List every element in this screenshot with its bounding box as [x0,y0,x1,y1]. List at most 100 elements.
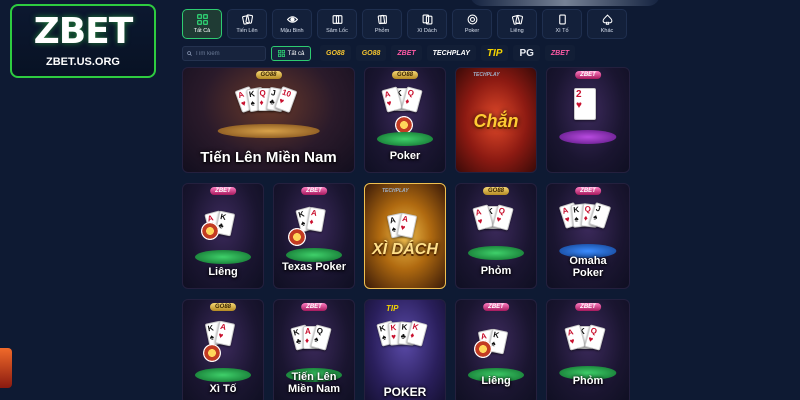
cards-icon [377,14,387,25]
tab-xi-to[interactable]: Xì Tố [542,9,582,39]
chip-art [203,344,221,362]
playing-cards-art: K ♠ A ♦ [295,206,326,233]
provider-badge: GO88 [209,303,237,311]
game-card-phom-2[interactable]: ZBET A♥ K♠ Q♥ Phỏm [546,299,630,400]
category-tabs: Tất Cả Tiến Lên Mậu Binh Sâm Lốc Phỏm Xì… [182,9,627,39]
provider-badge: TECHPLAY [473,72,500,78]
playing-cards-art: K ♠ K ♥ K ♣ K ♦ [376,320,428,347]
game-card-chan[interactable]: TECHPLAY Chắn [455,67,537,173]
tab-label: Phỏm [374,28,390,34]
tab-label: Poker [464,28,480,34]
tab-poker[interactable]: Poker [452,9,492,39]
provider-go88[interactable]: GO88 [320,45,351,61]
table-art [195,368,251,382]
tab-sam-loc[interactable]: Sâm Lốc [317,9,357,39]
game-card-phom[interactable]: GO88 A♥ K♣ Q♥ Phỏm [455,183,537,289]
game-card-lieng-featured[interactable]: ZBET 2 ♥ [546,67,630,173]
provider-zbet[interactable]: ZBET [391,45,422,61]
provider-badge: TECHPLAY [382,188,409,194]
playing-cards-art: A ♥ K ♠ Q ♦ J ♣ 10 ♥ [234,85,297,114]
provider-badge: GO88 [391,71,419,79]
game-title: Xì Tố [209,383,237,395]
provider-badge: GO88 [255,71,282,79]
game-card-poker[interactable]: GO88 A♥ K♠ Q♦ Poker [364,67,446,173]
search-icon [187,51,192,56]
playing-cards-art: K ♣ A ♦ Q ♠ [290,324,332,351]
game-title: Liêng [481,375,511,387]
provider-badge: ZBET [301,303,327,311]
cards-icon [332,15,342,24]
logo-wordmark: ZBET [33,11,134,52]
playing-cards-art: 2 ♥ [574,88,596,120]
game-title: Liêng [208,266,238,278]
tab-label: Sâm Lốc [326,28,348,34]
cards-icon [241,14,253,25]
playing-cards-art: A ♥ K ♠ Q ♦ J ♠ [558,202,612,229]
all-providers-button[interactable]: Tất cả [271,46,311,61]
provider-pg[interactable]: PG [513,45,540,61]
game-grid: GO88 A ♥ K ♠ Q ♦ J ♣ 10 ♥ Tiến Lên Miền Nam G… [182,67,630,400]
provider-tip[interactable]: TIP [480,45,509,61]
tab-label: Mậu Binh [280,28,304,34]
playing-cards-art: A♥ K♣ Q♥ [472,204,514,231]
spade-icon [602,14,612,25]
game-title: Tiến Lên Miền Nam [288,371,340,395]
game-card-omaha-poker[interactable]: ZBET A ♥ K ♠ Q ♦ J ♠ Omaha Poker [546,183,630,289]
search-input[interactable] [195,50,265,57]
game-title: XÌ DÁCH [372,241,438,258]
game-card-tien-len-mien-nam-2[interactable]: ZBET K ♣ A ♦ Q ♠ Tiến Lên Miền Nam [273,299,355,400]
table-art [217,124,320,138]
provider-badge: ZBET [575,303,601,311]
game-title: Phỏm [572,375,604,387]
playing-cards-art: A♥ K♠ Q♥ [564,324,606,351]
provider-go88-alt[interactable]: GO88 [355,45,387,61]
playing-cards-art: K ♠ A ♥ [204,320,236,347]
tab-label: Liêng [510,28,524,34]
eye-icon [286,16,298,23]
chip-art [474,340,492,358]
table-art [559,130,617,144]
table-art [195,250,251,264]
game-card-texas-poker[interactable]: ZBET K ♠ A ♦ Texas Poker [273,183,355,289]
provider-techplay[interactable]: TECHPLAY [426,45,476,61]
game-card-tien-len-mien-nam[interactable]: GO88 A ♥ K ♠ Q ♦ J ♣ 10 ♥ Tiến Lên Miền Nam [182,67,355,173]
provider-badge: ZBET [210,187,236,195]
tab-xi-dach[interactable]: Xì Dách [407,9,447,39]
site-logo[interactable]: ZBET ZBET.US.ORG [10,4,156,78]
chip-icon [467,14,477,25]
game-card-xi-to[interactable]: GO88 K ♠ A ♥ Xì Tố [182,299,264,400]
chip-art [288,228,306,246]
floating-promo[interactable] [0,348,12,388]
provider-badge: GO88 [482,187,510,195]
search-box[interactable] [182,46,266,61]
playing-cards-art: A♥ K♠ Q♦ [381,86,423,113]
provider-zbet-alt[interactable]: ZBET [544,45,576,61]
card-icon [558,14,566,25]
game-title: Phỏm [480,265,512,277]
tab-all[interactable]: Tất Cả [182,9,222,39]
tab-label: Xì Dách [417,28,437,34]
game-card-lieng-2[interactable]: ZBET A♥ K♠ Liêng [455,299,537,400]
all-providers-label: Tất cả [287,50,305,57]
playing-cards-art: A ♠ A ♥ [386,212,418,239]
tab-other[interactable]: Khác [587,9,627,39]
tab-label: Khác [600,28,614,34]
game-card-poker-tip[interactable]: TIP K ♠ K ♥ K ♣ K ♦ POKER [364,299,446,400]
game-title: Poker [389,150,421,162]
table-art [286,248,342,262]
chip-art [201,222,219,240]
game-title: Texas Poker [281,261,346,273]
tab-tien-len[interactable]: Tiến Lên [227,9,267,39]
game-card-xi-dach[interactable]: TECHPLAY A ♠ A ♥ XÌ DÁCH [364,183,446,289]
game-title: Omaha Poker [569,255,607,279]
tab-mau-binh[interactable]: Mậu Binh [272,9,312,39]
tab-lieng[interactable]: Liêng [497,9,537,39]
tab-label: Xì Tố [555,28,569,34]
game-card-lieng[interactable]: ZBET A♦ K♣ Liêng [182,183,264,289]
grid-icon [196,14,208,25]
cards-icon [511,14,523,25]
game-title: Chắn [473,111,519,131]
table-art [468,246,524,260]
tab-phom[interactable]: Phỏm [362,9,402,39]
provider-badge: ZBET [301,187,327,195]
